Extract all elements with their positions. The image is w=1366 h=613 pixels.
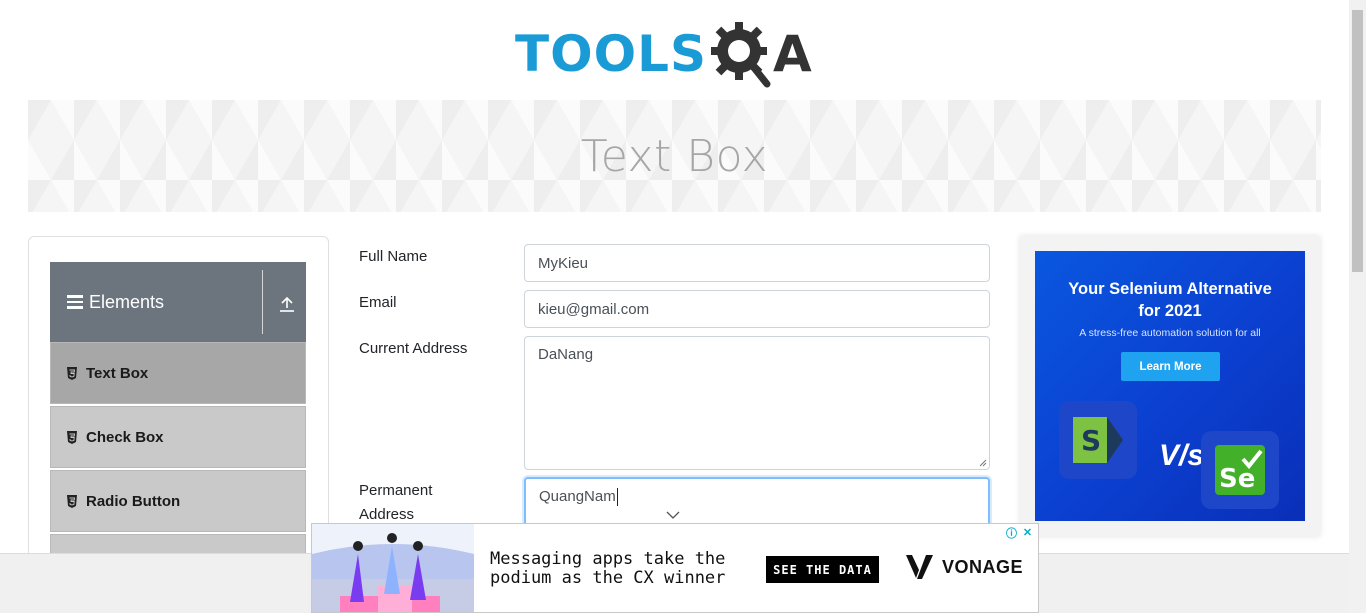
ad-banner-right[interactable]: Your Selenium Alternative for 2021 A str… [1020,236,1320,536]
sidebar-group-title: Elements [89,291,165,312]
selenium-logo-tile: Se [1201,431,1279,509]
scrollbar-thumb[interactable] [1352,10,1363,272]
page-title: Text Box [580,130,769,182]
ad-message-line2: podium as the CX winner [490,568,726,588]
vonage-brand: VONAGE [906,554,1023,580]
permanent-address-label: Permanent Address [359,479,432,527]
full-name-label: Full Name [359,248,428,265]
current-address-label: Current Address [359,340,468,357]
svg-text:Se: Se [1219,464,1255,494]
logo-suffix: A [773,25,813,83]
see-the-data-button[interactable]: SEE THE DATA [766,556,879,583]
sidebar-card: Elements Text Box Check Box Radio Button [28,236,329,566]
ad-creative: Your Selenium Alternative for 2021 A str… [1035,251,1305,521]
collapse-up-icon[interactable] [278,295,296,313]
email-input[interactable]: kieu@gmail.com [524,290,990,328]
permanent-label-line2: Address [359,506,415,523]
full-name-input[interactable]: MyKieu [524,244,990,282]
email-value: kieu@gmail.com [538,300,650,318]
text-caret [616,488,618,507]
chevron-down-icon[interactable] [666,510,680,520]
sidebar-item-radio-button[interactable]: Radio Button [50,470,306,532]
close-icon[interactable]: ✕ [1021,526,1034,539]
page-scrollbar[interactable] [1349,0,1366,613]
menu-icon [67,295,83,309]
versus-text: V/s [1159,439,1205,472]
header-divider [262,270,263,334]
podium-illustration [312,524,474,612]
katalon-icon: S [1073,417,1123,463]
sidebar-item-text-box[interactable]: Text Box [50,342,306,404]
toolsqa-logo[interactable]: TOOLS A [515,16,813,92]
page: TOOLS A Text Box Elements Text Box Check… [0,0,1366,613]
resize-handle-icon[interactable] [979,459,987,467]
ad-headline-line2: for 2021 [1138,302,1202,320]
current-address-value: DaNang [538,346,594,363]
sidebar-group-elements[interactable]: Elements [50,262,306,342]
vonage-logo-icon [906,555,933,579]
ad-message: Messaging apps take the podium as the CX… [490,550,725,588]
page-banner: Text Box [28,100,1321,212]
vonage-wordmark: VONAGE [942,556,1024,577]
ad-headline: Your Selenium Alternative for 2021 [1035,278,1305,322]
html5-icon [67,366,77,380]
katalon-logo-tile: S [1059,401,1137,479]
ad-subtext: A stress-free automation solution for al… [1079,327,1261,339]
sidebar-item-label: Check Box [86,428,164,446]
learn-more-button[interactable]: Learn More [1121,352,1220,381]
ad-banner-bottom[interactable]: Messaging apps take the podium as the CX… [311,523,1039,613]
email-label: Email [359,294,397,311]
sidebar-item-label: Text Box [86,364,149,382]
full-name-value: MyKieu [538,254,589,272]
current-address-textarea[interactable]: DaNang [524,336,990,470]
permanent-address-value: QuangNam [539,488,616,505]
sidebar-item-label: Radio Button [86,492,181,510]
ad-headline-line1: Your Selenium Alternative [1068,280,1272,298]
sidebar-item-check-box[interactable]: Check Box [50,406,306,468]
ad-message-line1: Messaging apps take the [490,549,726,569]
logo-text: TOOLS [515,25,707,83]
svg-text:S: S [1081,424,1101,457]
selenium-icon: Se [1215,445,1265,495]
ad-choices[interactable]: ⓘ ✕ [1005,526,1034,540]
info-icon[interactable]: ⓘ [1005,526,1018,540]
html5-icon [67,430,77,444]
html5-icon [67,494,77,508]
permanent-label-line1: Permanent [359,482,433,499]
gear-search-icon [711,22,771,88]
